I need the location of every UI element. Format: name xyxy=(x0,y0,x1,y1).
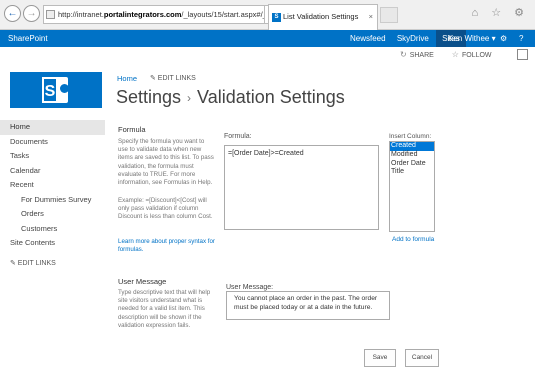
title-current: Validation Settings xyxy=(197,87,345,107)
nav-item-documents[interactable]: Documents xyxy=(0,135,105,150)
browser-toolbar-icons[interactable]: ⌂ ☆ ⚙ xyxy=(472,6,529,19)
nav-item-tasks[interactable]: Tasks xyxy=(0,149,105,164)
user-menu[interactable]: Ken Withee ▾ xyxy=(448,30,498,47)
add-to-formula-link[interactable]: Add to formula xyxy=(392,236,434,243)
column-option-modified[interactable]: Modified xyxy=(390,151,434,160)
suite-bar: SharePoint Newsfeed SkyDrive Sites Ken W… xyxy=(0,30,535,47)
chevron-right-icon: › xyxy=(187,91,192,106)
browser-chrome: ← → http://intranet.portalintegrators.co… xyxy=(0,0,535,30)
insert-column-label: Insert Column: xyxy=(389,133,432,140)
share-icon: ↻ xyxy=(400,50,407,59)
browser-tab[interactable]: S List Validation Settings × xyxy=(268,4,378,30)
nav-edit-links[interactable]: ✎ EDIT LINKS xyxy=(0,259,105,267)
column-option-created[interactable]: Created xyxy=(390,142,434,151)
focus-content-icon[interactable] xyxy=(517,49,528,60)
nav-item-orders[interactable]: Orders xyxy=(0,207,105,222)
close-icon[interactable]: × xyxy=(369,5,373,29)
user-message-field-label: User Message: xyxy=(226,284,274,291)
nav-item-calendar[interactable]: Calendar xyxy=(0,164,105,179)
new-tab-button[interactable] xyxy=(380,7,398,23)
save-button[interactable]: Save xyxy=(364,349,396,367)
formula-input[interactable]: =[Order Date]>=Created xyxy=(224,145,379,230)
title-parent[interactable]: Settings xyxy=(116,87,181,107)
page-icon xyxy=(46,10,55,19)
tab-title: List Validation Settings xyxy=(283,12,359,21)
sharepoint-logo-icon: S xyxy=(42,77,69,103)
user-message-input[interactable]: You cannot place an order in the past. T… xyxy=(226,291,390,320)
back-arrow-icon[interactable]: ← xyxy=(4,5,21,22)
breadcrumb-home[interactable]: Home xyxy=(117,74,137,83)
skydrive-link[interactable]: SkyDrive xyxy=(397,34,429,43)
user-message-description: Type descriptive text that will help sit… xyxy=(118,289,211,329)
address-prefix: http://intranet. xyxy=(58,10,104,19)
address-suffix: /_layouts/15/start.aspx#/_layo xyxy=(181,10,264,19)
address-host: portalintegrators.com xyxy=(103,10,182,19)
nav-item-for-dummies-survey[interactable]: For Dummies Survey xyxy=(0,193,105,208)
left-nav: Home Documents Tasks Calendar Recent For… xyxy=(0,120,105,267)
gear-icon[interactable]: ⚙ xyxy=(500,30,507,47)
column-option-order-date[interactable]: Order Date xyxy=(390,160,434,169)
cancel-button[interactable]: Cancel xyxy=(405,349,439,367)
page-title: Settings › Validation Settings xyxy=(116,87,345,108)
address-bar[interactable]: http://intranet.portalintegrators.com/_l… xyxy=(43,5,265,24)
nav-item-customers[interactable]: Customers xyxy=(0,222,105,237)
sharepoint-brand[interactable]: SharePoint xyxy=(8,30,48,47)
insert-column-list[interactable]: Created Modified Order Date Title xyxy=(389,141,435,232)
sharepoint-tab-icon: S xyxy=(272,13,281,22)
learn-more-link[interactable]: Learn more about proper syntax for formu… xyxy=(118,238,216,254)
formula-description: Specify the formula you want to use to v… xyxy=(118,138,214,187)
formula-field-label: Formula: xyxy=(224,133,252,140)
column-option-title[interactable]: Title xyxy=(390,168,434,177)
nav-item-recent[interactable]: Recent xyxy=(0,178,105,193)
help-icon[interactable]: ? xyxy=(519,30,523,47)
nav-item-site-contents[interactable]: Site Contents xyxy=(0,236,105,251)
formula-section-title: Formula xyxy=(118,125,146,134)
star-icon: ☆ xyxy=(451,50,459,59)
edit-links-top[interactable]: ✎ EDIT LINKS xyxy=(150,74,196,82)
action-bar: ↻ SHARE ☆ FOLLOW xyxy=(400,50,508,59)
user-message-section-title: User Message xyxy=(118,277,167,286)
nav-item-home[interactable]: Home xyxy=(0,120,105,135)
forward-arrow-icon[interactable]: → xyxy=(23,5,40,22)
site-logo[interactable]: S xyxy=(10,72,102,108)
formula-example: Example: =[Discount]<[Cost] will only pa… xyxy=(118,197,213,221)
share-button[interactable]: ↻ SHARE xyxy=(400,50,442,59)
newsfeed-link[interactable]: Newsfeed xyxy=(350,34,386,43)
follow-button[interactable]: ☆ FOLLOW xyxy=(451,50,500,59)
